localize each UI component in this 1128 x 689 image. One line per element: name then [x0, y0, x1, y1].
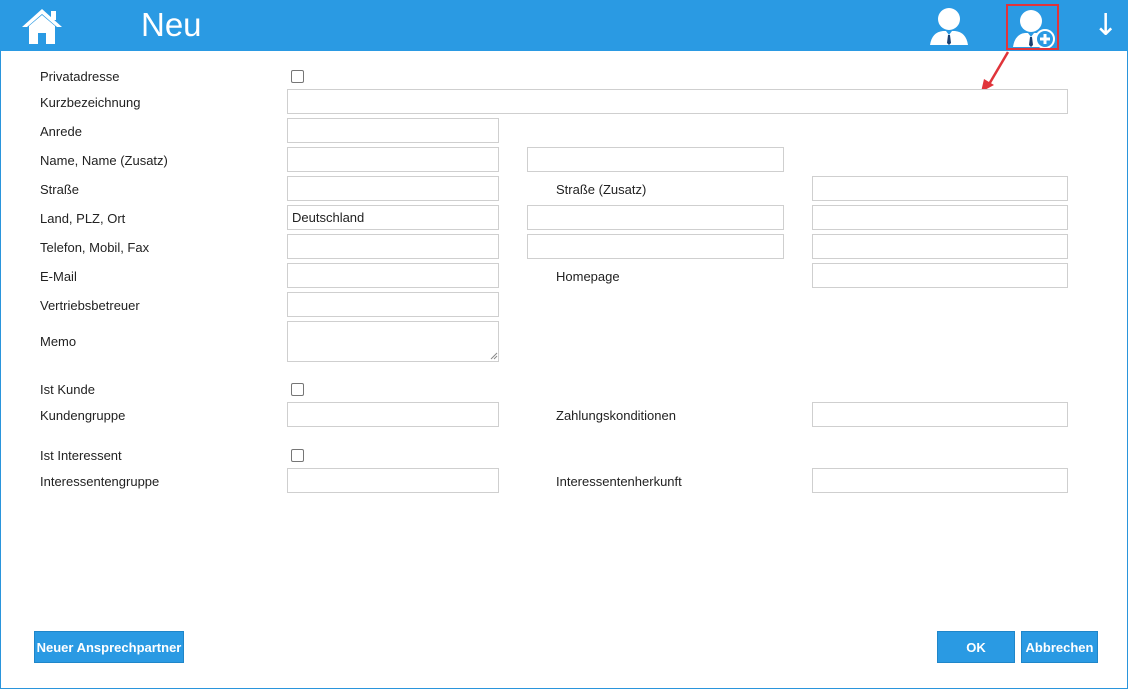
- land-plz-ort-label: Land, PLZ, Ort: [40, 211, 126, 226]
- plz-input[interactable]: [527, 205, 784, 230]
- homepage-label: Homepage: [556, 269, 620, 284]
- page-title: Neu: [141, 6, 202, 43]
- land-input[interactable]: Deutschland: [287, 205, 499, 230]
- strasse-zusatz-label: Straße (Zusatz): [556, 182, 647, 197]
- ist-kunde-checkbox[interactable]: [291, 383, 304, 396]
- anrede-input[interactable]: [287, 118, 499, 143]
- add-contact-button[interactable]: [1006, 4, 1059, 50]
- interessentengruppe-label: Interessentengruppe: [40, 474, 160, 489]
- anrede-label: Anrede: [40, 124, 82, 139]
- zahlungskonditionen-input[interactable]: [812, 402, 1068, 427]
- down-arrow-button[interactable]: ↓: [1093, 8, 1118, 44]
- homepage-input[interactable]: [812, 263, 1068, 288]
- kundengruppe-label: Kundengruppe: [40, 408, 126, 423]
- fax-input[interactable]: [812, 234, 1068, 259]
- vertriebsbetreuer-input[interactable]: [287, 292, 499, 317]
- ort-input[interactable]: [812, 205, 1068, 230]
- mobil-input[interactable]: [527, 234, 784, 259]
- telefon-label: Telefon, Mobil, Fax: [40, 240, 150, 255]
- name-label: Name, Name (Zusatz): [40, 153, 168, 168]
- ist-interessent-checkbox[interactable]: [291, 449, 304, 462]
- zahlungskonditionen-label: Zahlungskonditionen: [556, 408, 676, 423]
- cancel-button[interactable]: Abbrechen: [1021, 631, 1098, 663]
- ok-button[interactable]: OK: [937, 631, 1015, 663]
- resize-grip-icon[interactable]: [490, 352, 498, 360]
- new-contact-button[interactable]: Neuer Ansprechpartner: [34, 631, 184, 663]
- kurzbezeichnung-input[interactable]: [287, 89, 1068, 114]
- strasse-input[interactable]: [287, 176, 499, 201]
- contact-button[interactable]: [926, 6, 972, 46]
- telefon-input[interactable]: [287, 234, 499, 259]
- interessentenherkunft-input[interactable]: [812, 468, 1068, 493]
- privatadresse-checkbox[interactable]: [291, 70, 304, 83]
- interessentenherkunft-label: Interessentenherkunft: [556, 474, 682, 489]
- strasse-zusatz-input[interactable]: [812, 176, 1068, 201]
- privatadresse-label: Privatadresse: [40, 69, 120, 84]
- vertriebsbetreuer-label: Vertriebsbetreuer: [40, 298, 140, 313]
- memo-textarea[interactable]: [287, 321, 499, 362]
- strasse-label: Straße: [40, 182, 80, 197]
- interessentengruppe-input[interactable]: [287, 468, 499, 493]
- top-bar: Neu ↓: [0, 0, 1128, 51]
- kurzbezeichnung-label: Kurzbezeichnung: [40, 95, 141, 110]
- ist-kunde-label: Ist Kunde: [40, 382, 95, 397]
- name-input[interactable]: [287, 147, 499, 172]
- ist-interessent-label: Ist Interessent: [40, 448, 122, 463]
- email-input[interactable]: [287, 263, 499, 288]
- memo-label: Memo: [40, 334, 77, 349]
- home-button[interactable]: [20, 6, 64, 46]
- email-label: E-Mail: [40, 269, 77, 284]
- person-add-icon: [1013, 10, 1055, 48]
- name-zusatz-input[interactable]: [527, 147, 784, 172]
- kundengruppe-input[interactable]: [287, 402, 499, 427]
- home-icon: [22, 9, 62, 44]
- person-icon: [930, 8, 968, 45]
